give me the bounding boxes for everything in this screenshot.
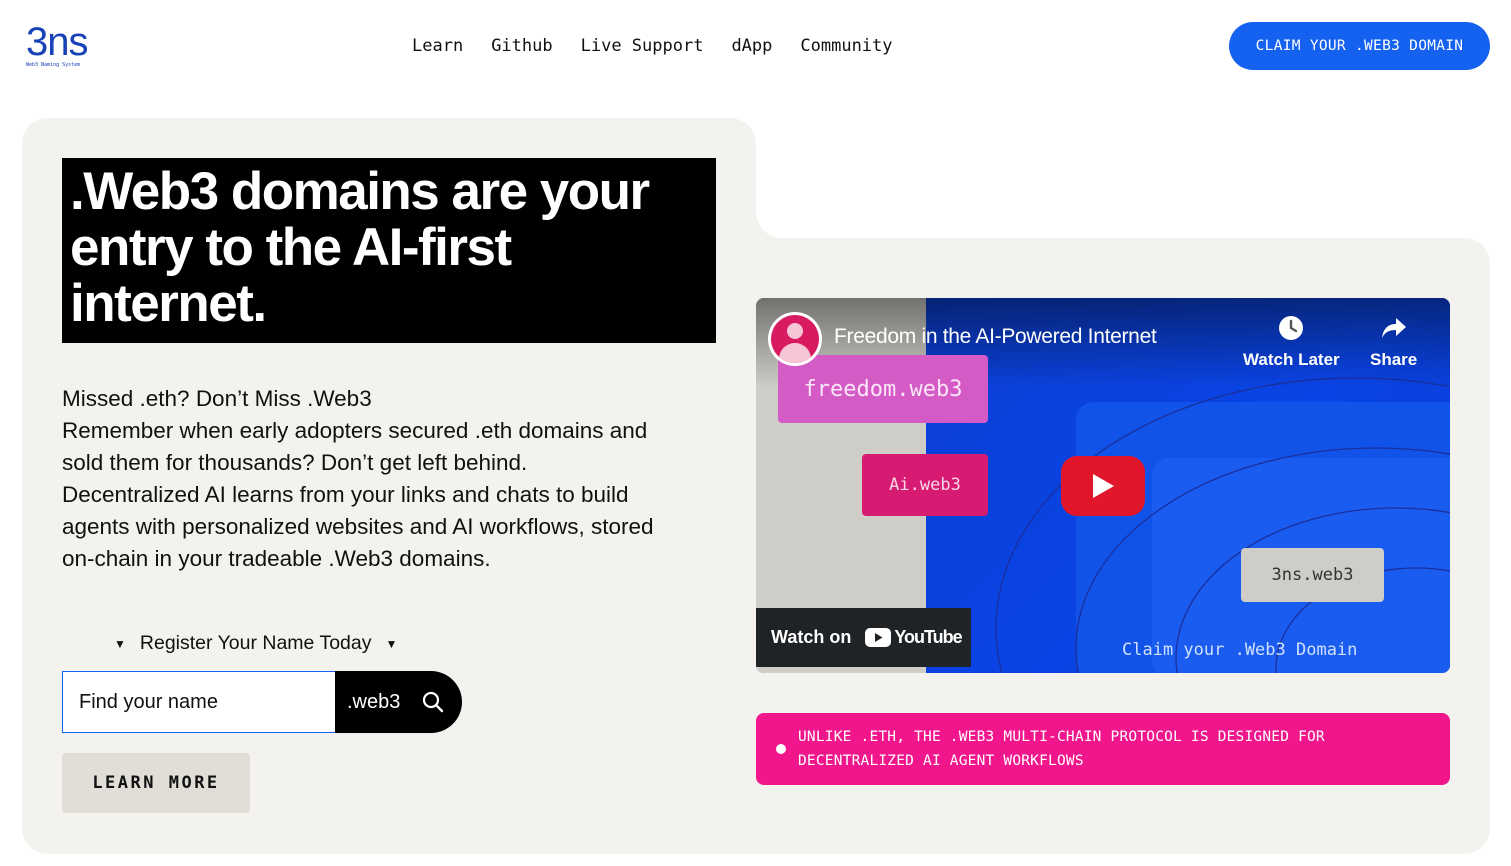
info-banner: UNLIKE .ETH, THE .WEB3 MULTI-CHAIN PROTO… (756, 713, 1450, 785)
domain-suffix: .web3 (347, 690, 401, 713)
search-icon (422, 691, 444, 713)
share-button[interactable]: Share (1370, 314, 1417, 370)
play-icon (1093, 474, 1114, 498)
register-toggle[interactable]: ▼ Register Your Name Today ▼ (114, 632, 397, 655)
main-nav: Learn Github Live Support dApp Community (412, 34, 893, 58)
hero-title-box: .Web3 domains are your entry to the AI-f… (62, 158, 716, 343)
hero-description: Remember when early adopters secured .et… (62, 418, 654, 571)
tag-ai: Ai.web3 (862, 454, 988, 516)
bullet-dot-icon (776, 744, 786, 754)
info-banner-text: UNLIKE .ETH, THE .WEB3 MULTI-CHAIN PROTO… (798, 729, 1325, 769)
triangle-down-icon: ▼ (114, 636, 126, 651)
youtube-logo: YouTube (865, 627, 963, 648)
logo-text: 3ns (26, 20, 89, 64)
tag-3ns: 3ns.web3 (1241, 548, 1384, 602)
claim-domain-button[interactable]: CLAIM YOUR .WEB3 DOMAIN (1229, 22, 1490, 70)
watch-on-label: Watch on (771, 627, 852, 647)
nav-dapp[interactable]: dApp (731, 34, 772, 58)
nav-learn[interactable]: Learn (412, 34, 463, 58)
video-title[interactable]: Freedom in the AI-Powered Internet (834, 325, 1157, 349)
watch-later-button[interactable]: Watch Later (1243, 314, 1340, 370)
channel-avatar[interactable] (768, 312, 822, 366)
share-label: Share (1370, 350, 1418, 369)
video-claim-text: Claim your .Web3 Domain (1122, 640, 1358, 660)
logo[interactable]: 3ns Web3 Naming System (26, 22, 106, 70)
search-submit-button[interactable]: .web3 (335, 671, 462, 733)
nav-github[interactable]: Github (491, 34, 552, 58)
hero-subtitle: Missed .eth? Don’t Miss .Web3 (62, 386, 372, 411)
hero-title: .Web3 domains are your entry to the AI-f… (70, 162, 650, 333)
register-label: Register Your Name Today (139, 632, 372, 654)
domain-search: .web3 (62, 671, 462, 733)
clock-icon (1279, 316, 1304, 340)
domain-search-input[interactable] (62, 671, 335, 733)
logo-tagline: Web3 Naming System (26, 62, 81, 68)
watch-on-youtube-button[interactable]: Watch on YouTube (756, 608, 971, 667)
youtube-wordmark: YouTube (894, 627, 962, 647)
nav-community[interactable]: Community (800, 34, 892, 58)
triangle-down-icon: ▼ (385, 636, 398, 651)
learn-more-button[interactable]: LEARN MORE (62, 753, 250, 813)
watch-later-label: Watch Later (1243, 350, 1340, 369)
video-player[interactable]: freedom.web3 Ai.web3 3ns.web3 Freedom in… (756, 298, 1450, 673)
panel-corner-cut (756, 186, 808, 238)
hero-description-block: Missed .eth? Don’t Miss .Web3 Remember w… (62, 383, 662, 575)
share-arrow-icon (1381, 318, 1406, 338)
play-button[interactable] (1061, 456, 1145, 516)
avatar-icon (771, 315, 819, 363)
nav-live-support[interactable]: Live Support (581, 34, 704, 58)
youtube-play-icon (865, 628, 892, 647)
tag-freedom: freedom.web3 (778, 355, 988, 423)
